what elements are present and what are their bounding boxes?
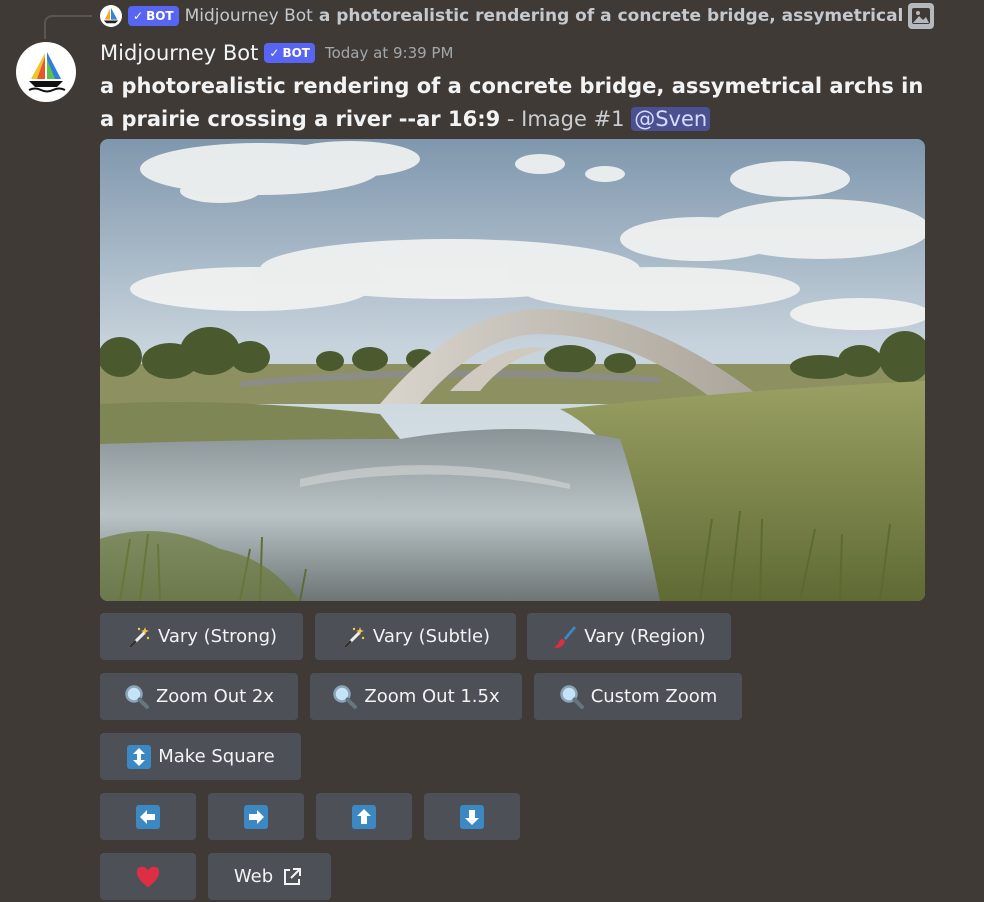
arrow-right-icon (243, 804, 269, 830)
magnifier-icon (124, 684, 150, 710)
image-icon (908, 3, 934, 29)
reply-bot-badge: ✓ BOT (128, 6, 179, 26)
generated-image[interactable] (100, 139, 925, 601)
vary-region-button[interactable]: Vary (Region) (527, 613, 731, 660)
bot-badge: ✓ BOT (264, 43, 315, 63)
magic-wand-icon (126, 624, 152, 650)
heart-icon (135, 864, 161, 890)
message-header: Midjourney Bot ✓ BOT Today at 9:39 PM (100, 38, 453, 68)
external-link-icon (279, 864, 305, 890)
message-content: a photorealistic rendering of a concrete… (100, 70, 940, 136)
reply-avatar (100, 5, 122, 27)
pan-left-button[interactable] (100, 793, 196, 840)
custom-zoom-button[interactable]: Custom Zoom (534, 673, 742, 720)
magnifier-icon (332, 684, 358, 710)
make-square-button[interactable]: Make Square (100, 733, 301, 780)
vary-region-label: Vary (Region) (584, 626, 706, 647)
check-icon: ✓ (133, 9, 144, 23)
paintbrush-icon (552, 624, 578, 650)
check-icon: ✓ (269, 46, 280, 60)
vary-strong-button[interactable]: Vary (Strong) (100, 613, 303, 660)
image-label: - Image #1 (500, 107, 632, 131)
magic-wand-icon (341, 624, 367, 650)
pan-right-button[interactable] (208, 793, 304, 840)
vary-subtle-button[interactable]: Vary (Subtle) (315, 613, 516, 660)
custom-zoom-label: Custom Zoom (590, 686, 718, 707)
reply-reference[interactable]: ✓ BOT Midjourney Bot a photorealistic re… (100, 3, 903, 29)
pan-down-button[interactable] (424, 793, 520, 840)
vary-strong-label: Vary (Strong) (157, 626, 278, 647)
author-name[interactable]: Midjourney Bot (100, 41, 258, 65)
zoom-out-1-5x-label: Zoom Out 1.5x (364, 686, 500, 707)
zoom-out-1-5x-button[interactable]: Zoom Out 1.5x (310, 673, 522, 720)
magnifier-icon (559, 684, 585, 710)
user-mention[interactable]: @Sven (631, 107, 711, 131)
make-square-label: Make Square (158, 746, 275, 767)
zoom-out-2x-label: Zoom Out 2x (155, 686, 275, 707)
web-label: Web (233, 866, 274, 887)
arrow-down-icon (459, 804, 485, 830)
arrow-up-icon (351, 804, 377, 830)
reply-text[interactable]: a photorealistic rendering of a concrete… (319, 6, 904, 26)
web-button[interactable]: Web (208, 853, 331, 900)
zoom-out-2x-button[interactable]: Zoom Out 2x (100, 673, 298, 720)
timestamp: Today at 9:39 PM (324, 44, 454, 62)
pan-up-button[interactable] (316, 793, 412, 840)
arrow-left-icon (135, 804, 161, 830)
favorite-button[interactable] (100, 853, 196, 900)
reply-connector (44, 15, 92, 39)
up-down-arrow-icon (126, 744, 152, 770)
author-avatar[interactable] (16, 42, 76, 102)
vary-subtle-label: Vary (Subtle) (372, 626, 491, 647)
reply-author[interactable]: Midjourney Bot (185, 6, 313, 26)
